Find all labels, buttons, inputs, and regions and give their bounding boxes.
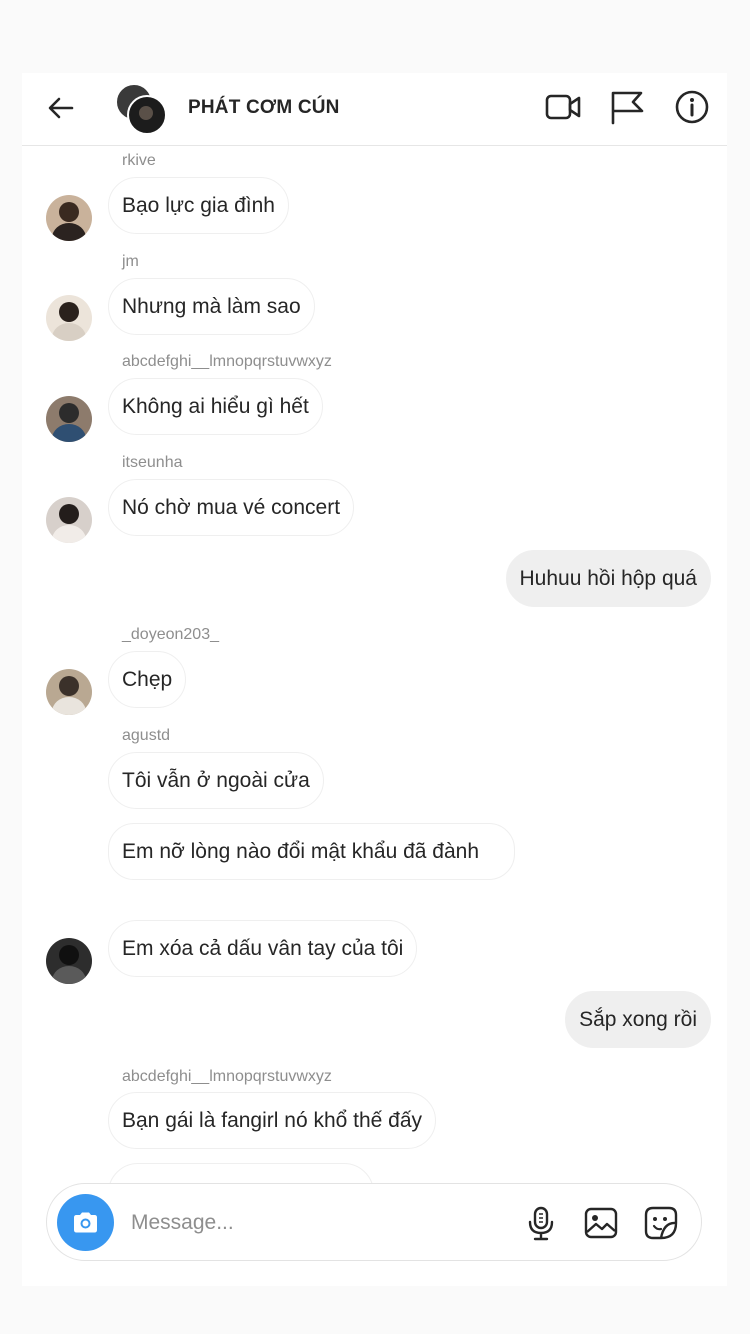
message-bubble[interactable]: Bạo lực gia đình <box>108 177 289 234</box>
message-input[interactable] <box>131 1208 491 1238</box>
my-message-bubble[interactable]: Huhuu hồi hộp quá <box>505 550 711 607</box>
message-bubble[interactable]: Em xóa cả dấu vân tay của tôi <box>108 920 418 977</box>
chat-title[interactable]: PHÁT CƠM CÚN <box>188 97 340 119</box>
camera-icon <box>74 1212 97 1233</box>
camera-button[interactable] <box>57 1194 114 1251</box>
avatar <box>127 95 167 135</box>
avatar[interactable] <box>46 497 92 543</box>
avatar[interactable] <box>46 938 92 984</box>
sender-username: abcdefghi__lmnopqrstuvwxyz <box>122 1068 332 1085</box>
avatar[interactable] <box>46 195 92 241</box>
message-bubble[interactable]: Bạn gái là fangirl nó khổ thế đấy <box>108 1092 437 1149</box>
message-bubble[interactable]: Nó chờ mua vé concert <box>108 479 355 536</box>
info-icon[interactable] <box>674 89 710 125</box>
sticker-icon[interactable] <box>643 1205 679 1241</box>
sender-username: rkive <box>122 152 156 169</box>
sender-username: _doyeon203_ <box>122 626 219 643</box>
message-bubble[interactable]: Chẹp <box>108 651 187 708</box>
sender-username: abcdefghi__lmnopqrstuvwxyz <box>122 353 332 370</box>
avatar[interactable] <box>46 669 92 715</box>
message-bubble[interactable]: Tôi vẫn ở ngoài cửa <box>108 752 324 809</box>
avatar[interactable] <box>46 295 92 341</box>
chat-screen: PHÁT CƠM CÚN rkive Bạo lực gia đình jm N… <box>22 73 727 1286</box>
back-arrow-icon[interactable] <box>46 93 76 123</box>
chat-header: PHÁT CƠM CÚN <box>22 73 727 146</box>
message-bubble[interactable]: Em nỡ lòng nào đổi mật khẩu đã đành <box>108 823 515 880</box>
message-bubble[interactable]: Không ai hiểu gì hết <box>108 378 323 435</box>
my-message-bubble[interactable]: Sắp xong rồi <box>565 991 711 1048</box>
sender-username: itseunha <box>122 454 183 471</box>
microphone-icon[interactable] <box>523 1205 559 1241</box>
sender-username: agustd <box>122 727 171 744</box>
sender-username: jm <box>122 253 139 270</box>
group-avatar[interactable] <box>115 83 167 135</box>
message-bubble[interactable]: Nhưng mà làm sao <box>108 278 315 335</box>
video-call-icon[interactable] <box>545 89 581 125</box>
gallery-icon[interactable] <box>583 1205 619 1241</box>
avatar[interactable] <box>46 396 92 442</box>
flag-icon[interactable] <box>609 89 645 125</box>
message-composer <box>46 1183 702 1261</box>
